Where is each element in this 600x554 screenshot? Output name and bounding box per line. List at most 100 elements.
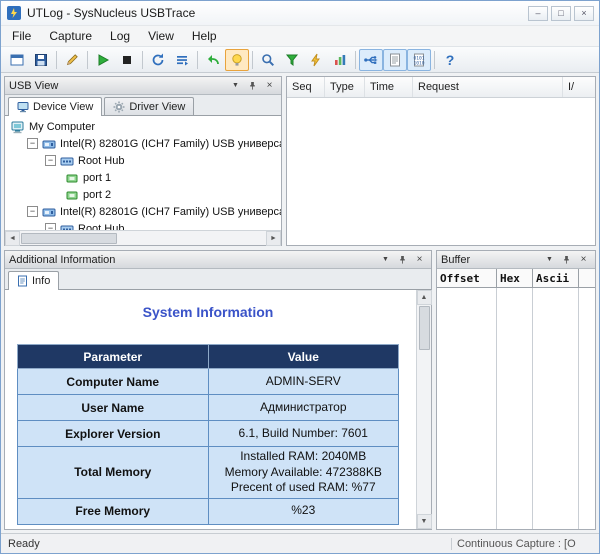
scrollbar-thumb[interactable] <box>419 306 430 350</box>
panel-close-button[interactable]: × <box>576 253 591 266</box>
menu-item-log[interactable]: Log <box>101 26 139 46</box>
column-header-io[interactable]: I/ <box>563 77 595 97</box>
edit-button[interactable] <box>60 49 84 71</box>
column-header-time[interactable]: Time <box>365 77 413 97</box>
toolbar-separator <box>434 51 435 69</box>
usb-view-panel-header: USB View ▼ × <box>5 77 281 95</box>
highlight-button[interactable] <box>225 49 249 71</box>
panel-close-button[interactable]: × <box>412 253 427 266</box>
maximize-button[interactable]: □ <box>551 6 571 21</box>
additional-information-tabs: Info <box>5 269 431 290</box>
capture-mode-status: Continuous Capture : [O <box>451 538 599 550</box>
scrollbar-thumb[interactable] <box>21 233 117 244</box>
bar-chart-icon <box>332 52 348 68</box>
panel-menu-button[interactable]: ▼ <box>378 253 393 266</box>
capture-list-panel: Seq Type Time Request I/ <box>286 76 596 246</box>
tree-item-root-hub-2[interactable]: − Root Hub <box>5 220 281 230</box>
title-bar: UTLog - SysNucleus USBTrace – □ × <box>1 1 599 25</box>
tree-item-port-1[interactable]: port 1 <box>5 169 281 186</box>
menu-item-help[interactable]: Help <box>183 26 226 46</box>
offset-column <box>437 288 497 529</box>
column-header-type[interactable]: Type <box>325 77 365 97</box>
filter-button[interactable] <box>280 49 304 71</box>
tree-horizontal-scrollbar[interactable]: ◄ ► <box>5 230 281 245</box>
tree-item-my-computer[interactable]: My Computer <box>5 118 281 135</box>
question-mark-icon: ? <box>446 52 455 68</box>
open-button[interactable] <box>5 49 29 71</box>
text-view-button[interactable] <box>383 49 407 71</box>
tree-item-usb-controller-2[interactable]: − Intel(R) 82801G (ICH7 Family) USB унив… <box>5 203 281 220</box>
scroll-left-button[interactable]: ◄ <box>5 231 20 246</box>
tree-item-label: Intel(R) 82801G (ICH7 Family) USB универ… <box>60 138 281 150</box>
ascii-column <box>533 288 579 529</box>
tab-label: Device View <box>33 101 93 113</box>
menu-item-view[interactable]: View <box>139 26 183 46</box>
scroll-up-button[interactable]: ▲ <box>417 290 432 305</box>
panel-menu-button[interactable]: ▼ <box>228 79 243 92</box>
tree-item-label: port 1 <box>83 172 111 184</box>
usb-view-button[interactable] <box>359 49 383 71</box>
tree-item-label: Intel(R) 82801G (ICH7 Family) USB универ… <box>60 206 281 218</box>
collapse-toggle[interactable]: − <box>27 206 38 217</box>
column-header-seq[interactable]: Seq <box>287 77 325 97</box>
capture-list-body[interactable] <box>287 98 595 245</box>
toolbar-separator <box>355 51 356 69</box>
app-window: UTLog - SysNucleus USBTrace – □ × File C… <box>0 0 600 554</box>
funnel-icon <box>284 52 300 68</box>
pin-button[interactable] <box>559 253 574 266</box>
clear-log-button[interactable] <box>201 49 225 71</box>
tab-driver-view[interactable]: Driver View <box>104 97 194 115</box>
tree-item-port-2[interactable]: port 2 <box>5 186 281 203</box>
trigger-button[interactable] <box>304 49 328 71</box>
column-header-hex: Hex <box>497 269 533 287</box>
collapse-toggle[interactable]: − <box>27 138 38 149</box>
minimize-button[interactable]: – <box>528 6 548 21</box>
tree-item-usb-controller-1[interactable]: − Intel(R) 82801G (ICH7 Family) USB унив… <box>5 135 281 152</box>
table-row: Explorer Version 6.1, Build Number: 7601 <box>18 421 399 447</box>
buffer-body[interactable] <box>437 288 595 529</box>
statistics-button[interactable] <box>328 49 352 71</box>
stop-icon <box>119 52 135 68</box>
start-capture-button[interactable] <box>91 49 115 71</box>
collapse-toggle[interactable]: − <box>45 155 56 166</box>
usb-controller-icon <box>42 205 56 219</box>
panel-menu-button[interactable]: ▼ <box>542 253 557 266</box>
stop-capture-button[interactable] <box>115 49 139 71</box>
panel-title: USB View <box>9 80 226 92</box>
panel-close-button[interactable]: × <box>262 79 277 92</box>
tab-info[interactable]: Info <box>8 271 59 290</box>
panel-title: Buffer <box>441 254 540 266</box>
buffer-column-headers: Offset Hex Ascii <box>437 269 595 288</box>
additional-information-panel: Additional Information ▼ × <box>4 250 432 530</box>
column-header-offset: Offset <box>437 269 497 287</box>
value-cell: Installed RAM: 2040MB Memory Available: … <box>208 447 399 499</box>
tree-item-root-hub-1[interactable]: − Root Hub <box>5 152 281 169</box>
close-button[interactable]: × <box>574 6 594 21</box>
pin-button[interactable] <box>395 253 410 266</box>
info-vertical-scrollbar[interactable]: ▲ ▼ <box>416 290 431 529</box>
find-button[interactable] <box>256 49 280 71</box>
column-header-request[interactable]: Request <box>413 77 563 97</box>
list-lines-icon <box>174 52 190 68</box>
tab-device-view[interactable]: Device View <box>8 97 102 116</box>
info-content: System Information Parameter Value Co <box>5 290 431 529</box>
pin-icon <box>562 255 571 265</box>
pencil-icon <box>64 52 80 68</box>
tree-item-label: Root Hub <box>78 223 124 231</box>
buffer-panel: Buffer ▼ × Offset Hex Ascii <box>436 250 596 530</box>
usb-controller-icon <box>42 137 56 151</box>
save-button[interactable] <box>29 49 53 71</box>
scroll-right-button[interactable]: ► <box>266 231 281 246</box>
pin-button[interactable] <box>245 79 260 92</box>
raw-data-view-button[interactable]: 0101 1010 <box>407 49 431 71</box>
collapse-toggle[interactable]: − <box>45 223 56 230</box>
restart-capture-button[interactable] <box>146 49 170 71</box>
system-information-table: Parameter Value Computer Name ADMIN-SERV <box>17 344 399 525</box>
menu-item-file[interactable]: File <box>3 26 40 46</box>
parameter-cell: Total Memory <box>18 447 209 499</box>
tab-label: Info <box>32 275 50 287</box>
scroll-down-button[interactable]: ▼ <box>417 514 432 529</box>
menu-item-capture[interactable]: Capture <box>40 26 101 46</box>
autoscroll-button[interactable] <box>170 49 194 71</box>
help-button[interactable]: ? <box>438 49 462 71</box>
